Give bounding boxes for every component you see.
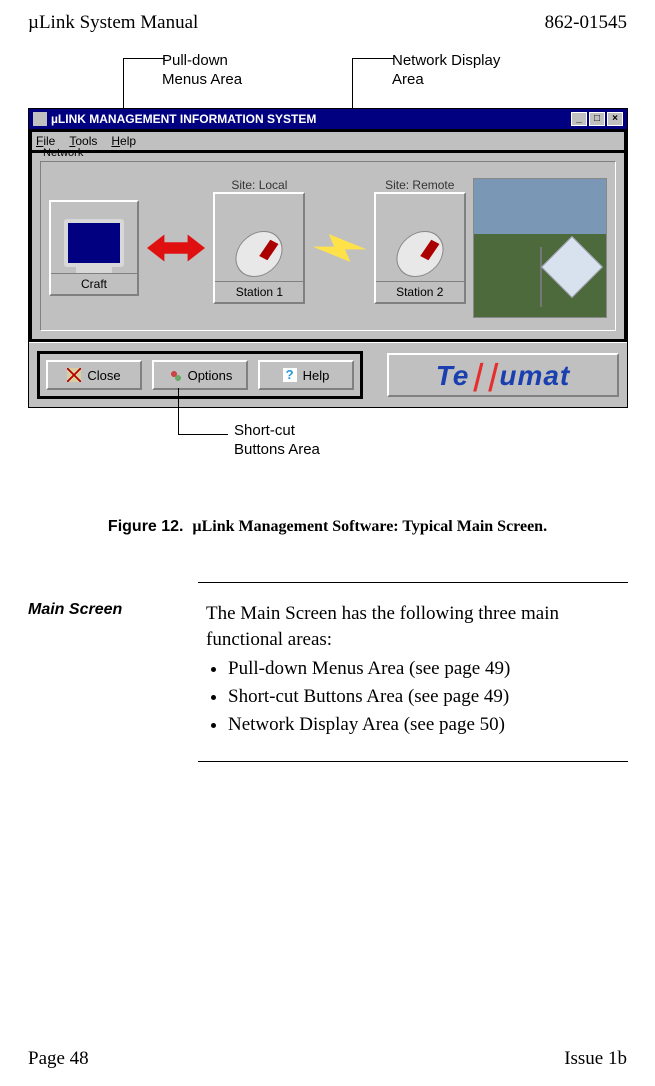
help-button-label: Help (303, 368, 330, 383)
figure-caption: Figure 12. µLink Management Software: Ty… (28, 518, 627, 536)
callout-shortcut-buttons: Short-cut Buttons Area (234, 422, 320, 460)
doc-number-right: 862-01545 (545, 12, 627, 34)
leader-line (123, 58, 165, 59)
doc-title-left: µLink System Manual (28, 12, 198, 34)
network-display-area: Network Craft Site: Local Station 1 Site… (29, 153, 627, 342)
page-number: Page 48 (28, 1048, 89, 1070)
help-button[interactable]: ? Help (258, 360, 354, 390)
station1-panel[interactable]: Site: Local Station 1 (213, 192, 305, 304)
callout-pulldown-menus: Pull-down Menus Area (162, 52, 242, 90)
leader-line (178, 388, 179, 434)
leader-line (178, 434, 228, 435)
close-button[interactable]: Close (46, 360, 142, 390)
menu-help[interactable]: Help (111, 134, 136, 148)
callout-network-display: Network Display Area (392, 52, 500, 90)
close-button-label: Close (87, 368, 120, 383)
list-item: Network Display Area (see page 50) (228, 712, 626, 738)
app-window: µLINK MANAGEMENT INFORMATION SYSTEM _ □ … (28, 108, 628, 408)
window-titlebar[interactable]: µLINK MANAGEMENT INFORMATION SYSTEM _ □ … (29, 109, 627, 129)
site-remote-label: Site: Remote (385, 178, 454, 192)
window-title: µLINK MANAGEMENT INFORMATION SYSTEM (51, 112, 316, 126)
menu-bar: File Tools Help (29, 129, 627, 153)
monitor-icon (64, 219, 124, 267)
dish-antenna-icon (219, 207, 299, 277)
close-window-button[interactable]: × (607, 112, 623, 126)
help-icon: ? (283, 368, 297, 382)
station2-panel[interactable]: Site: Remote Station 2 (374, 192, 466, 304)
section-rule (198, 761, 628, 762)
station1-caption: Station 1 (215, 281, 303, 302)
list-item: Pull-down Menus Area (see page 49) (228, 656, 626, 682)
body-paragraph: The Main Screen has the following three … (206, 601, 626, 739)
link-arrows-icon (146, 226, 206, 270)
options-button-label: Options (188, 368, 233, 383)
craft-caption: Craft (51, 273, 137, 294)
minimize-button[interactable]: _ (571, 112, 587, 126)
side-heading-main-screen: Main Screen (28, 601, 178, 739)
menu-tools[interactable]: Tools (69, 134, 97, 148)
app-icon (33, 112, 47, 126)
dish-antenna-icon (380, 207, 460, 277)
section-rule (198, 582, 628, 583)
station2-caption: Station 2 (376, 281, 464, 302)
brand-panel: Te∣∣umat (387, 353, 619, 397)
brand-logo: Te∣∣umat (436, 359, 571, 392)
site-photo (473, 178, 607, 318)
options-button[interactable]: Options (152, 360, 248, 390)
shortcut-buttons-area: Close Options ? Help Te∣∣umat (29, 342, 627, 407)
leader-line (352, 58, 394, 59)
site-local-label: Site: Local (231, 178, 287, 192)
door-exit-icon (67, 368, 81, 382)
craft-panel[interactable]: Craft (49, 200, 139, 296)
maximize-button[interactable]: □ (589, 112, 605, 126)
list-item: Short-cut Buttons Area (see page 49) (228, 684, 626, 710)
group-label-network: Network (43, 147, 83, 159)
lightning-icon (313, 234, 367, 262)
options-icon (168, 368, 182, 382)
menu-file[interactable]: File (36, 134, 55, 148)
issue-label: Issue 1b (564, 1048, 627, 1070)
